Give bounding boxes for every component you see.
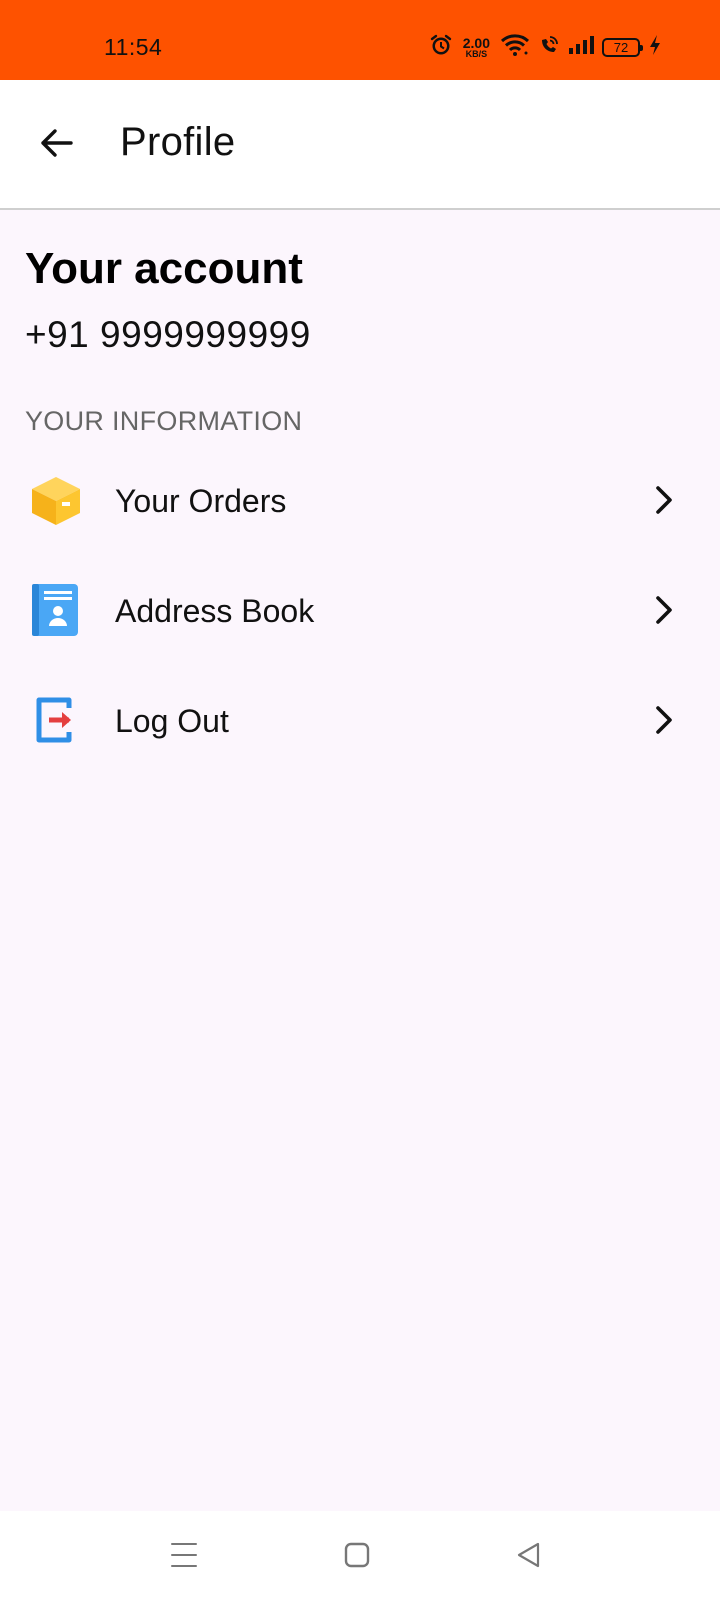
charging-icon (648, 34, 662, 61)
wifi-calling-icon (538, 34, 560, 61)
status-icons: 2.00 KB/S 72 (429, 32, 662, 62)
address-book-icon (28, 582, 84, 638)
section-label: YOUR INFORMATION (25, 406, 303, 436)
battery-icon: 72 (602, 37, 643, 57)
home-square-icon (344, 1542, 370, 1568)
wifi-icon (500, 33, 530, 62)
phone-number: +91 9999999999 (25, 314, 311, 355)
battery-level: 72 (613, 39, 629, 55)
net-speed: 2.00 KB/S (463, 36, 490, 59)
menu-lines-icon (171, 1543, 197, 1567)
logout-icon (28, 692, 84, 748)
chevron-right-icon (656, 706, 672, 734)
menu-item-your-orders[interactable]: Your Orders (0, 446, 720, 556)
arrow-left-icon (41, 129, 73, 157)
menu-item-address-book[interactable]: Address Book (0, 556, 720, 666)
app-bar: Profile (0, 80, 720, 210)
chevron-right-icon (656, 486, 672, 514)
net-speed-value: 2.00 (462, 34, 490, 51)
menu-item-log-out[interactable]: Log Out (0, 666, 720, 776)
back-nav-button[interactable] (510, 1537, 546, 1573)
page-title: Profile (120, 120, 236, 164)
chevron-right-icon (656, 596, 672, 624)
menu-item-label: Log Out (115, 703, 229, 739)
menu-item-label: Address Book (115, 593, 315, 629)
status-time: 11:54 (104, 34, 163, 60)
recent-apps-button[interactable] (166, 1537, 202, 1573)
back-button[interactable] (30, 117, 82, 169)
account-heading: Your account (25, 244, 303, 293)
home-button[interactable] (339, 1537, 375, 1573)
package-box-icon (28, 472, 84, 528)
net-speed-unit: KB/S (465, 48, 488, 59)
signal-icon (568, 35, 594, 60)
alarm-icon (429, 33, 453, 62)
status-bar: 11:54 2.00 KB/S 72 (0, 0, 720, 80)
menu-item-label: Your Orders (115, 483, 287, 519)
back-triangle-icon (517, 1542, 540, 1568)
system-nav-bar (0, 1511, 720, 1600)
